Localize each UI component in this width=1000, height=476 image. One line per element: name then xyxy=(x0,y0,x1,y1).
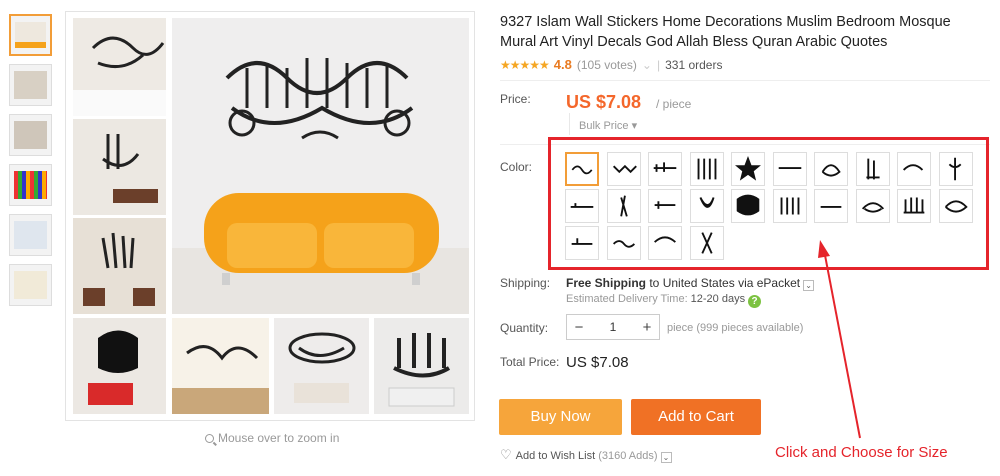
zoom-hint-text: Mouse over to zoom in xyxy=(218,431,340,445)
rating-row: ★★★★★ 4.8 (105 votes) ⌄ | 331 orders xyxy=(500,57,722,72)
gallery-image-5 xyxy=(172,318,269,414)
total-price: US $7.08 xyxy=(566,354,629,371)
thumbnail-3[interactable] xyxy=(9,114,52,156)
gallery-main-image xyxy=(172,18,469,314)
chevron-down-icon[interactable]: ⌄ xyxy=(803,280,815,291)
shipping-destination: to United States via ePacket xyxy=(646,276,801,290)
shipping-label: Shipping: xyxy=(500,276,551,290)
bulk-price-dropdown[interactable]: Bulk Price ▾ xyxy=(569,113,637,135)
thumbnail-4[interactable] xyxy=(9,164,52,206)
heart-icon: ♡ xyxy=(500,447,512,462)
delivery-estimate: Estimated Delivery Time: 12-20 days? xyxy=(566,293,762,308)
quantity-input[interactable]: 1 xyxy=(591,320,635,334)
gallery-image-2 xyxy=(73,119,166,215)
free-shipping-text: Free Shipping xyxy=(566,276,647,290)
add-to-cart-button[interactable]: Add to Cart xyxy=(631,399,761,435)
quantity-stepper: − 1 + xyxy=(566,314,660,340)
product-title: 9327 Islam Wall Stickers Home Decoration… xyxy=(500,14,951,50)
zoom-hint: Mouse over to zoom in xyxy=(205,431,339,445)
divider xyxy=(500,80,990,81)
rating-votes[interactable]: (105 votes) xyxy=(577,58,637,72)
rating-value: 4.8 xyxy=(553,57,572,72)
gallery-image-6 xyxy=(274,318,369,414)
decrement-button[interactable]: − xyxy=(567,319,591,336)
pieces-available: piece (999 pieces available) xyxy=(667,322,804,334)
divider: | xyxy=(656,57,661,72)
wishlist-label: Add to Wish List xyxy=(515,450,596,462)
help-icon[interactable]: ? xyxy=(748,295,762,308)
color-label: Color: xyxy=(500,160,533,174)
annotation-text: Click and Choose for Size xyxy=(775,444,948,461)
highlight-box xyxy=(548,137,989,270)
gallery-image-3 xyxy=(73,218,166,314)
gallery-image-4 xyxy=(73,318,166,414)
thumbnail-6[interactable] xyxy=(9,264,52,306)
total-label: Total Price: xyxy=(500,355,560,369)
wishlist-count: (3160 Adds) xyxy=(598,450,658,462)
increment-button[interactable]: + xyxy=(635,319,659,336)
quantity-label: Quantity: xyxy=(500,321,549,335)
magnifier-icon xyxy=(205,434,214,443)
price-unit: / piece xyxy=(656,97,692,111)
thumbnail-1[interactable] xyxy=(9,14,52,56)
rating-stars-icon: ★★★★★ xyxy=(500,57,550,72)
gallery-image-7 xyxy=(374,318,469,414)
shipping-method[interactable]: Free Shipping to United States via ePack… xyxy=(566,276,815,291)
thumbnail-5[interactable] xyxy=(9,214,52,256)
delivery-label: Estimated Delivery Time: xyxy=(566,293,688,305)
chevron-down-icon[interactable]: ⌄ xyxy=(660,452,672,463)
product-gallery[interactable] xyxy=(65,11,475,421)
order-count: 331 orders xyxy=(665,57,723,72)
thumbnail-strip xyxy=(9,14,53,314)
price-label: Price: xyxy=(500,92,531,106)
chevron-down-icon[interactable]: ⌄ xyxy=(642,58,652,72)
delivery-days: 12-20 days xyxy=(690,293,746,305)
gallery-image-1 xyxy=(73,18,166,116)
buy-now-button[interactable]: Buy Now xyxy=(499,399,622,435)
thumbnail-2[interactable] xyxy=(9,64,52,106)
add-to-wishlist[interactable]: ♡ Add to Wish List (3160 Adds) ⌄ xyxy=(500,447,672,463)
price-value: US $7.08 xyxy=(566,92,642,112)
